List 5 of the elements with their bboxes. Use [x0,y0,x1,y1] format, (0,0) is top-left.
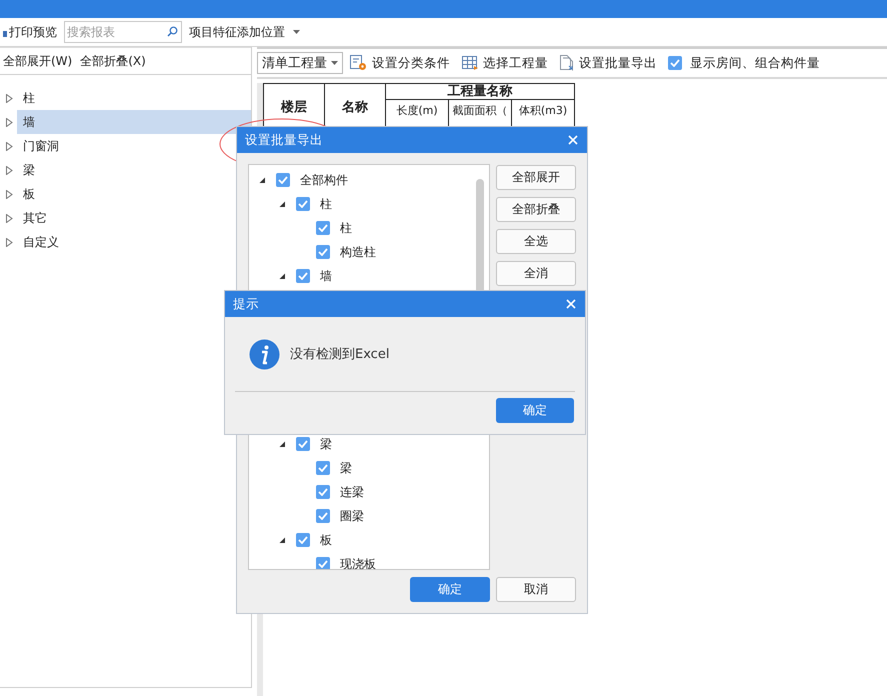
table-header: 工程量名称 [386,84,574,100]
dialog-title: 设置批量导出 [245,132,323,148]
alert-message: 没有检测到Excel [290,346,390,363]
checkbox-label: 显示房间、组合构件量 [690,54,820,72]
dialog-title: 提示 [233,296,259,312]
